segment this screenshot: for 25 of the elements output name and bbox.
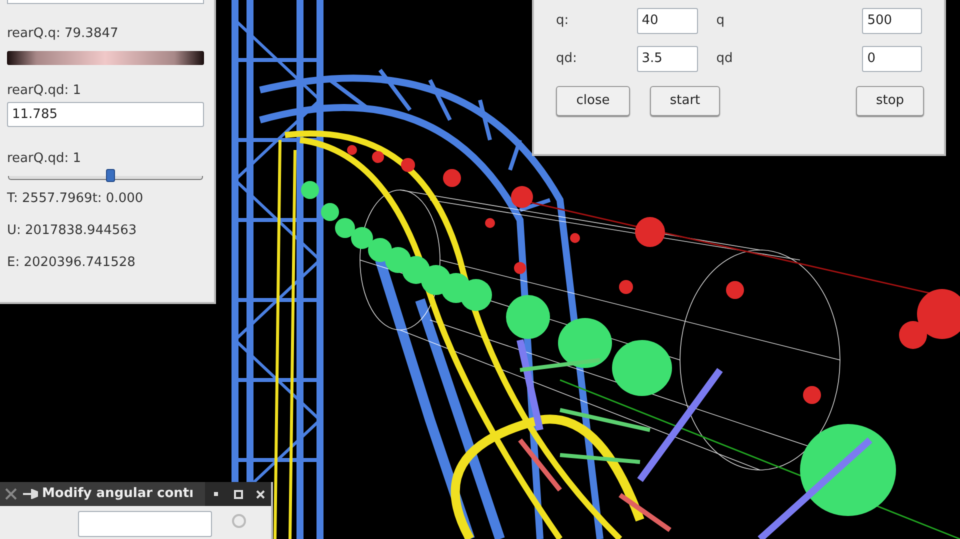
input-field[interactable]: [7, 0, 204, 4]
field-label: qd:: [556, 50, 578, 68]
value-label: rearQ.q: 79.3847: [7, 26, 120, 42]
readout-text: T: 2557.7969t: 0.000: [7, 191, 144, 207]
close-icon: [256, 490, 264, 498]
input-field[interactable]: 0: [862, 46, 922, 72]
field-label: q:: [556, 12, 570, 30]
window-title: Modify angular contı: [42, 485, 194, 504]
input-field[interactable]: 3.5: [636, 46, 698, 72]
action-button[interactable]: stop: [856, 86, 924, 116]
slider-thumb[interactable]: [106, 169, 116, 182]
readout-text: E: 2020396.741528: [7, 255, 136, 271]
input-field[interactable]: 500: [862, 8, 922, 34]
field-label: q: [716, 12, 726, 30]
slider-track[interactable]: [8, 169, 203, 183]
input-field[interactable]: 11.785: [7, 102, 204, 127]
input-field[interactable]: [78, 511, 212, 537]
slider-label: rearQ.qd: 1: [7, 151, 82, 167]
action-button[interactable]: close: [556, 86, 630, 116]
field-label: qd: [716, 50, 734, 68]
action-button[interactable]: start: [650, 86, 720, 116]
pin-icon[interactable]: [22, 489, 38, 499]
input-field[interactable]: 40: [636, 8, 698, 34]
field-label: rearQ.qd: 1: [7, 83, 82, 99]
readout-text: U: 2017838.944563: [7, 223, 138, 239]
